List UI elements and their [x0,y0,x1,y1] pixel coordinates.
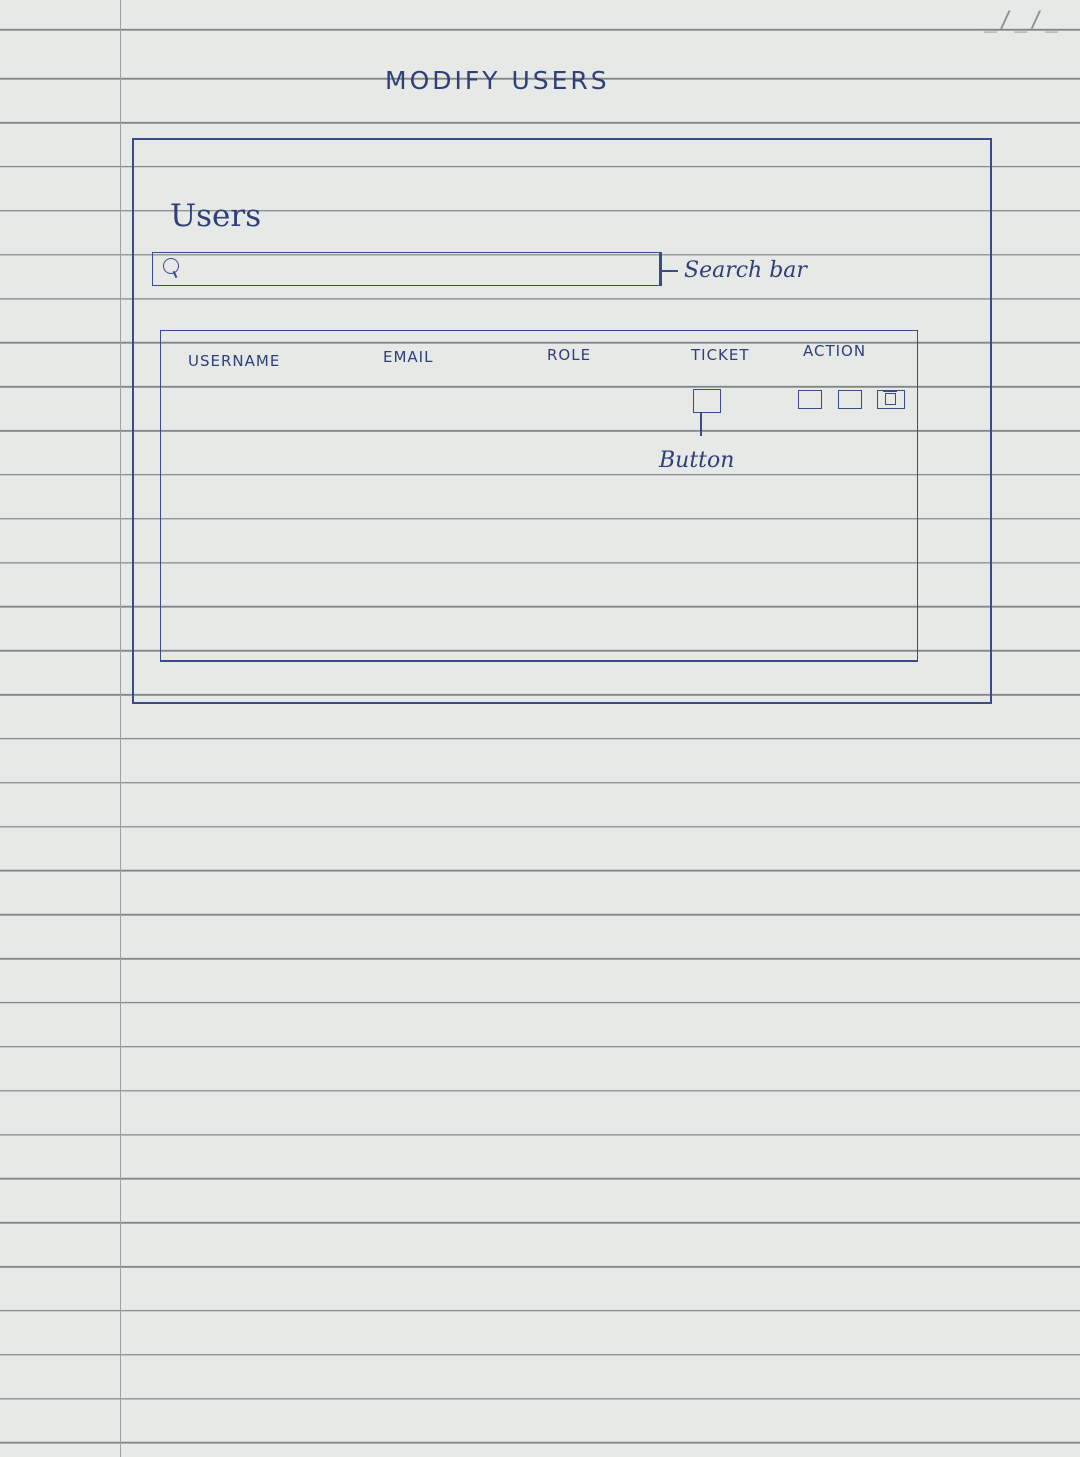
column-header-role[interactable]: ROLE [547,346,591,364]
search-callout-line [660,270,678,272]
delete-button[interactable] [877,390,905,409]
search-box[interactable] [152,252,660,286]
ticket-button-annotation: Button [659,448,735,473]
delete-icon [883,391,897,405]
column-header-action[interactable]: ACTION [803,342,866,360]
ticket-button[interactable] [693,389,721,413]
search-annotation: Search bar [684,258,807,283]
search-input[interactable] [187,253,651,285]
search-callout-tick [660,252,662,286]
section-title: Users [170,198,262,234]
page-title: MODIFY USERS [385,66,610,95]
date-field: _/_/_ [983,8,1060,33]
search-icon [163,258,179,274]
users-table [160,330,918,662]
paper-margin-line [120,0,121,1457]
view-button[interactable] [838,390,862,409]
ticket-callout-line [700,412,702,436]
column-header-username[interactable]: USERNAME [188,352,280,370]
edit-button[interactable] [798,390,822,409]
column-header-email[interactable]: EMAIL [383,348,433,366]
column-header-ticket[interactable]: TICKET [691,346,750,364]
